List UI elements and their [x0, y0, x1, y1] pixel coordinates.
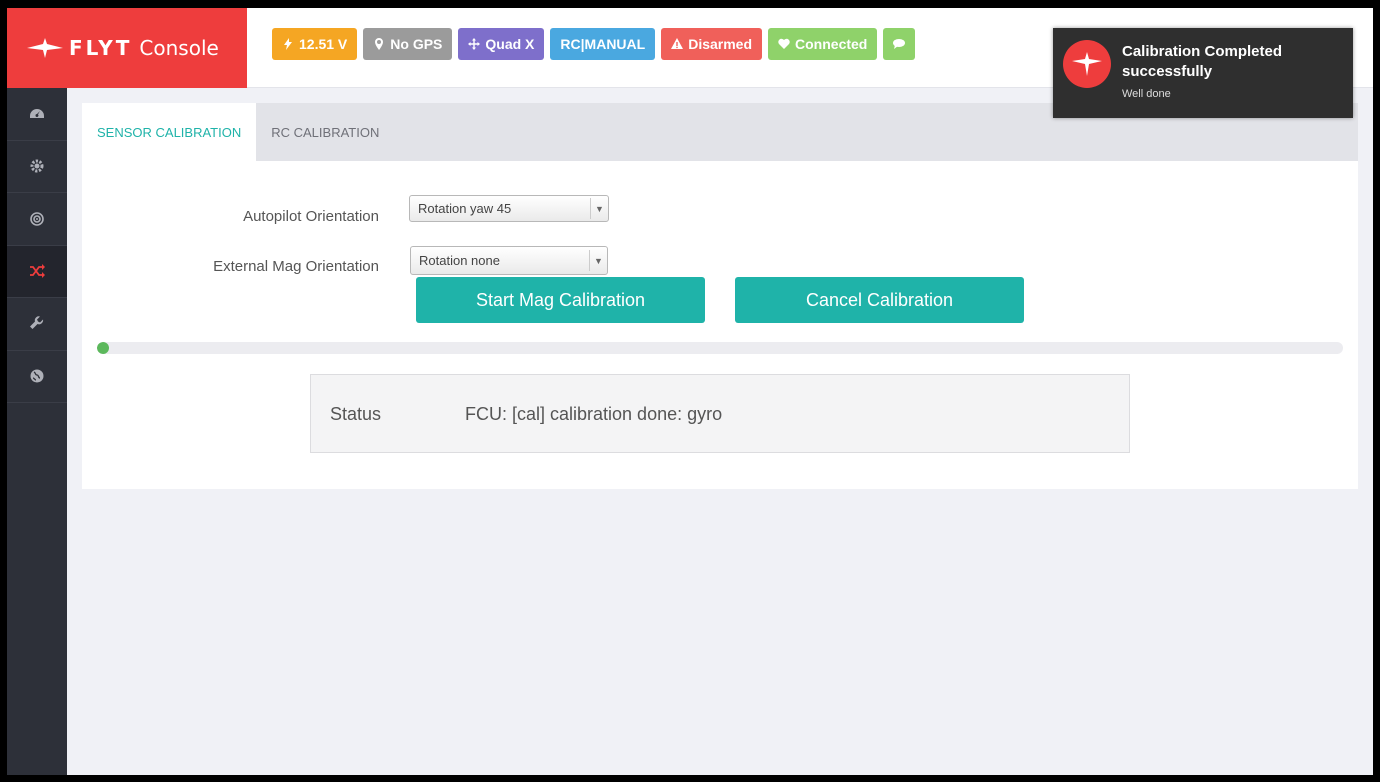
messages-badge[interactable] [883, 28, 916, 60]
frame-badge[interactable]: Quad X [458, 28, 545, 60]
status-label: Status [330, 404, 382, 424]
gear-icon [30, 159, 44, 173]
external-mag-orientation-value: Rotation none [419, 253, 500, 268]
external-mag-orientation-label: External Mag Orientation [213, 258, 379, 275]
app-logo[interactable]: FLYT Console [7, 8, 247, 88]
toast-title: Calibration Completed successfully [1122, 43, 1283, 80]
cancel-calibration-button[interactable]: Cancel Calibration [735, 277, 1024, 323]
chevron-down-icon: ▼ [590, 198, 608, 219]
start-mag-calibration-button[interactable]: Start Mag Calibration [416, 277, 705, 323]
sidebar-item-target[interactable] [7, 193, 67, 246]
notification-toast[interactable]: Calibration Completed successfully Well … [1053, 28, 1353, 118]
comments-icon [893, 39, 906, 49]
autopilot-orientation-value: Rotation yaw 45 [418, 201, 512, 216]
sidebar-item-tools[interactable] [7, 298, 67, 351]
target-icon [30, 211, 44, 226]
gps-badge[interactable]: No GPS [363, 28, 453, 60]
battery-label: 12.51 V [299, 36, 348, 52]
battery-badge[interactable]: 12.51 V [272, 28, 358, 60]
globe-icon [30, 369, 44, 383]
status-text: FCU: [cal] calibration done: gyro [465, 404, 723, 424]
tab-sensor-calibration[interactable]: SENSOR CALIBRATION [82, 103, 257, 161]
mode-badge[interactable]: RC|MANUAL [550, 28, 656, 60]
autopilot-orientation-select[interactable]: Rotation yaw 45 ▼ [409, 195, 609, 222]
heart-icon [778, 38, 790, 49]
calibration-progress-bar [97, 342, 1343, 354]
app-window: FLYT Console 12.51 V No GPS Quad X RC|MA… [7, 8, 1373, 775]
toast-message: Well done [1122, 88, 1171, 100]
dashboard-icon [30, 108, 44, 118]
flyt-logo-icon [1063, 40, 1111, 88]
sidebar-item-globe[interactable] [7, 351, 67, 403]
sidebar-item-calibration[interactable] [7, 245, 67, 298]
connection-badge[interactable]: Connected [768, 28, 878, 60]
mode-label: RC|MANUAL [560, 36, 646, 52]
progress-fill [97, 342, 110, 354]
flyt-logo-icon [27, 38, 63, 58]
sidebar [7, 88, 67, 775]
calibration-panel: SENSOR CALIBRATION RC CALIBRATION Autopi… [82, 103, 1358, 489]
arm-badge[interactable]: Disarmed [661, 28, 763, 60]
wrench-icon [30, 316, 44, 329]
status-badges: 12.51 V No GPS Quad X RC|MANUAL Disarmed… [272, 28, 916, 60]
frame-label: Quad X [485, 36, 535, 52]
tab-rc-calibration[interactable]: RC CALIBRATION [256, 103, 394, 161]
chevron-down-icon: ▼ [589, 250, 607, 271]
logo-text-console: Console [139, 36, 219, 60]
sidebar-item-dashboard[interactable] [7, 88, 67, 141]
connection-label: Connected [795, 36, 868, 52]
autopilot-orientation-label: Autopilot Orientation [243, 208, 379, 225]
shuffle-icon [30, 264, 45, 279]
arm-label: Disarmed [688, 36, 753, 52]
external-mag-orientation-select[interactable]: Rotation none ▼ [410, 246, 608, 275]
status-panel: Status FCU: [cal] calibration done: gyro [310, 374, 1130, 453]
move-arrows-icon [468, 38, 481, 50]
sidebar-item-settings[interactable] [7, 141, 67, 193]
warning-icon [671, 38, 684, 49]
gps-label: No GPS [390, 36, 443, 52]
logo-text: FLYT [69, 36, 133, 60]
map-marker-icon [375, 38, 384, 50]
bolt-icon [284, 38, 292, 50]
